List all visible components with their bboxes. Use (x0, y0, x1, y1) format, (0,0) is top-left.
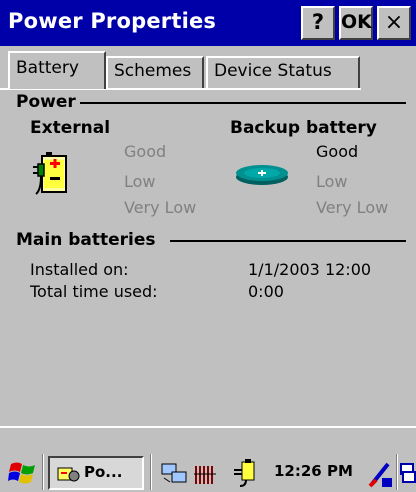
installed-on-value: 1/1/2003 12:00 (248, 260, 372, 279)
external-status-good: Good (124, 142, 167, 161)
network-connection-icon[interactable] (160, 462, 190, 486)
backup-status-good: Good (316, 142, 359, 161)
backup-battery-icon (236, 165, 288, 185)
total-time-used-label: Total time used: (30, 282, 158, 301)
task-button-label: Po... (84, 463, 123, 481)
power-group-line (70, 102, 406, 104)
main-batteries-heading: Main batteries (16, 230, 160, 250)
tab-device-status[interactable]: Device Status (206, 56, 360, 88)
taskbar-separator (150, 454, 152, 490)
task-button-power-properties[interactable]: Po... (48, 456, 144, 490)
external-power-icon (33, 152, 67, 195)
show-desktop-icon[interactable] (400, 462, 416, 486)
tab-schemes[interactable]: Schemes (106, 56, 204, 88)
backup-status-very-low: Very Low (316, 198, 389, 217)
title-bar: Power Properties ? OK × (0, 0, 416, 46)
taskbar-clock[interactable]: 12:26 PM (274, 462, 353, 480)
close-button[interactable]: × (377, 6, 411, 40)
power-group-heading: Power (16, 92, 80, 112)
ok-button[interactable]: OK (339, 6, 373, 40)
external-label: External (30, 118, 111, 138)
signal-bars-icon[interactable] (194, 462, 216, 486)
window-title: Power Properties (8, 9, 217, 33)
windows-flag-icon[interactable] (8, 460, 38, 486)
external-status-very-low: Very Low (124, 198, 197, 217)
external-status-low: Low (124, 172, 156, 191)
taskbar-separator (42, 454, 44, 490)
ac-power-icon[interactable] (232, 458, 262, 488)
installed-on-label: Installed on: (30, 260, 129, 279)
main-batteries-line (170, 240, 406, 242)
backup-battery-label: Backup battery (230, 118, 377, 138)
total-time-used-value: 0:00 (248, 282, 284, 301)
tab-battery[interactable]: Battery (8, 51, 106, 89)
power-properties-icon (57, 467, 80, 482)
help-button[interactable]: ? (301, 6, 335, 40)
taskbar: Po... 12:26 PM (0, 426, 416, 492)
taskbar-separator (396, 454, 398, 490)
input-panel-icon[interactable] (368, 460, 394, 488)
backup-status-low: Low (316, 172, 348, 191)
